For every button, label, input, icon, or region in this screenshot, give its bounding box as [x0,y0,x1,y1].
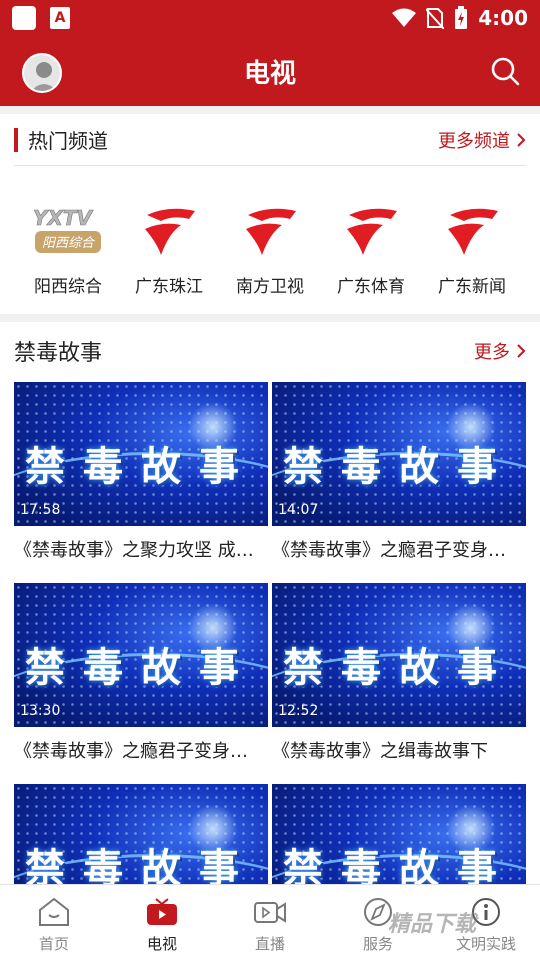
video-tile[interactable]: 禁毒故事 12:52 《禁毒故事》之缉毒故事下 [272,583,526,763]
no-sim-icon [426,8,445,29]
section-marker [14,127,18,152]
channel-item[interactable]: 广东体育 [321,200,421,297]
channel-item[interactable]: YXTV 阳西综合 阳西综合 [18,200,118,297]
thumbnail-caption: 禁毒故事 [25,645,257,691]
channel-name: 广东新闻 [438,277,506,297]
video-tile[interactable]: 禁毒故事 17:58 《禁毒故事》之聚力攻坚 成… [14,382,268,562]
more-channels-label: 更多频道 [438,130,510,152]
thumbnail-caption: 禁毒故事 [283,444,515,490]
video-title: 《禁毒故事》之瘾君子变身… [14,741,248,762]
video-tile[interactable]: 禁毒故事 [14,784,268,884]
video-duration: 12:52 [278,703,319,719]
channel-name: 阳西综合 [34,277,102,297]
video-thumbnail: 禁毒故事 [272,784,526,884]
thumbnail-caption: 禁毒故事 [283,846,515,884]
video-title: 《禁毒故事》之缉毒故事下 [272,741,488,762]
wifi-icon [392,8,417,27]
app-bar: 电视 [0,36,540,106]
nav-live[interactable]: 直播 [216,885,324,960]
page-title: 电视 [243,58,296,89]
gdtv-logo-icon [435,200,509,262]
channel-name: 广东珠江 [135,277,203,297]
yxtv-logo-icon: YXTV 阳西综合 [31,200,105,262]
video-tile[interactable]: 禁毒故事 14:07 《禁毒故事》之瘾君子变身… [272,382,526,562]
user-avatar-icon [31,62,57,91]
more-stories-label: 更多 [474,342,510,363]
svg-text:YXTV: YXTV [33,206,94,230]
nav-tv[interactable]: 电视 [108,885,216,960]
video-thumbnail: 禁毒故事 14:07 [272,382,526,526]
chevron-right-icon [517,132,526,147]
channel-name: 南方卫视 [236,277,304,297]
gdtv-logo-icon [334,200,408,262]
app-notification-icon: A [50,7,70,29]
thumbnail-caption: 禁毒故事 [283,645,515,691]
thumbnail-caption: 禁毒故事 [25,444,257,490]
gdtv-logo-icon [233,200,307,262]
status-bar: A 4:00 [0,0,540,36]
video-title: 《禁毒故事》之聚力攻坚 成… [14,540,254,561]
home-icon [39,897,69,926]
hot-channels-title: 热门频道 [28,129,108,153]
channel-list: YXTV 阳西综合 阳西综合 广东珠江 南方卫视 广东体育 广东新闻 [0,166,540,297]
video-thumbnail: 禁毒故事 13:30 [14,583,268,727]
video-thumbnail: 禁毒故事 [14,784,268,884]
stories-title: 禁毒故事 [14,341,103,366]
search-icon[interactable] [490,56,520,86]
watermark: 精品下载 [388,912,477,937]
channel-item[interactable]: 广东珠江 [119,200,219,297]
video-duration: 14:07 [278,502,319,518]
notification-icon [12,6,36,30]
chevron-right-icon [517,344,526,358]
video-duration: 17:58 [20,502,61,518]
battery-charging-icon [455,6,468,29]
gdtv-logo-icon [132,200,206,262]
video-thumbnail: 禁毒故事 12:52 [272,583,526,727]
nav-label: 首页 [38,935,69,953]
status-time: 4:00 [478,6,528,30]
channel-item[interactable]: 广东新闻 [422,200,522,297]
stories-header: 禁毒故事 更多 [0,322,540,380]
video-tile[interactable]: 禁毒故事 [272,784,526,884]
video-tile[interactable]: 禁毒故事 13:30 《禁毒故事》之瘾君子变身… [14,583,268,763]
thumbnail-caption: 禁毒故事 [25,846,257,884]
hot-channels-header: 热门频道 更多频道 [14,114,526,166]
channel-item[interactable]: 南方卫视 [220,200,320,297]
more-stories-link[interactable]: 更多 [474,338,526,364]
channel-name: 广东体育 [337,277,405,297]
stories-section: 禁毒故事 更多 禁毒故事 17:58 《禁毒故事》之聚力攻坚 成… 禁毒故事 1… [0,322,540,884]
avatar[interactable] [22,53,62,93]
more-channels-link[interactable]: 更多频道 [438,127,526,153]
video-thumbnail: 禁毒故事 17:58 [14,382,268,526]
hot-channels-section: 热门频道 更多频道 YXTV 阳西综合 阳西综合 广东珠江 南方卫视 广东体育 … [0,114,540,314]
video-title: 《禁毒故事》之瘾君子变身… [272,540,506,561]
nav-home[interactable]: 首页 [0,885,108,960]
video-duration: 13:30 [20,703,61,719]
nav-label: 电视 [146,935,177,953]
tv-icon [147,898,177,925]
nav-label: 直播 [254,935,285,953]
svg-text:阳西综合: 阳西综合 [42,236,96,251]
live-video-icon [254,902,286,923]
